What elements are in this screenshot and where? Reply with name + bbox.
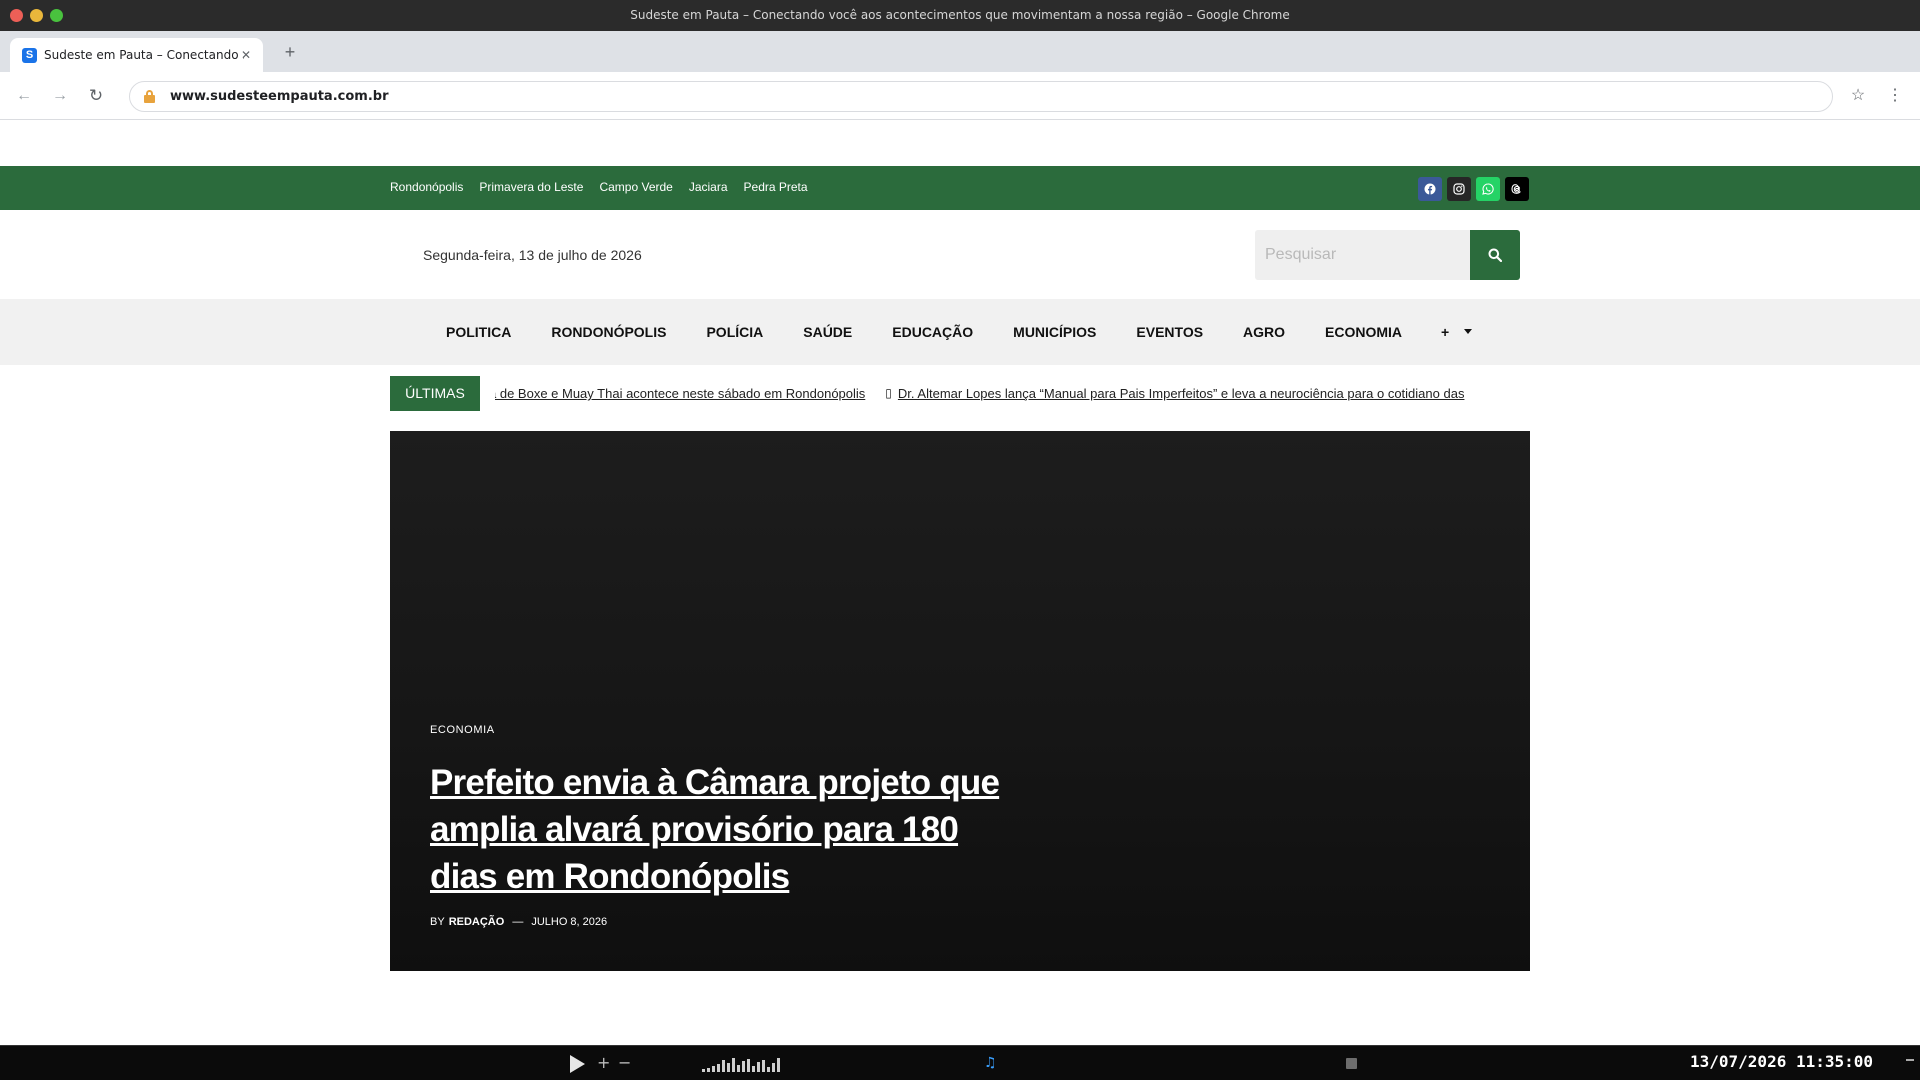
nav-more-button[interactable]: + (1441, 324, 1449, 340)
article-date: JULHO 8, 2026 (531, 916, 608, 928)
article-category[interactable]: ECONOMIA (430, 724, 495, 736)
nav-item-educacao[interactable]: EDUCAÇÃO (892, 324, 973, 340)
nav-item-politica[interactable]: POLITICA (446, 324, 511, 340)
featured-article[interactable]: ECONOMIA Prefeito envia à Câmara projeto… (390, 431, 1530, 971)
ticker-bullet-icon: ▯ (885, 386, 892, 400)
current-date: Segunda-feira, 13 de julho de 2026 (423, 247, 642, 263)
ticker-item[interactable]: a de Boxe e Muay Thai acontece neste sáb… (495, 386, 865, 401)
window-title: Sudeste em Pauta – Conectando você aos a… (630, 8, 1290, 22)
address-bar[interactable]: www.sudesteempauta.com.br (129, 81, 1833, 112)
news-ticker: ÚLTIMAS a de Boxe e Muay Thai acontece n… (390, 376, 1530, 411)
top-bar: Rondonópolis Primavera do Leste Campo Ve… (0, 166, 1920, 210)
system-taskbar: + − ♫ 13/07/2026 11:35:00 (0, 1045, 1920, 1080)
ticker-track: a de Boxe e Muay Thai acontece neste sáb… (495, 376, 1530, 411)
city-link-primavera-do-leste[interactable]: Primavera do Leste (479, 180, 583, 194)
tab-strip: S Sudeste em Pauta – Conectando ... ✕ + (0, 31, 1920, 72)
url-text[interactable]: www.sudesteempauta.com.br (170, 89, 388, 104)
nav-item-municipios[interactable]: MUNICÍPIOS (1013, 324, 1096, 340)
city-link-campo-verde[interactable]: Campo Verde (599, 180, 672, 194)
article-title[interactable]: Prefeito envia à Câmara projeto que ampl… (430, 759, 1020, 900)
app-tray-icon[interactable] (1346, 1058, 1357, 1069)
bookmark-star-icon[interactable]: ☆ (1847, 85, 1869, 107)
nav-item-economia[interactable]: ECONOMIA (1325, 324, 1402, 340)
music-note-icon[interactable]: ♫ (984, 1055, 997, 1071)
tab-title: Sudeste em Pauta – Conectando ... (44, 48, 244, 62)
instagram-icon[interactable] (1447, 177, 1471, 201)
meta-separator: — (512, 916, 524, 928)
city-link-pedra-preta[interactable]: Pedra Preta (744, 180, 808, 194)
volume-down-icon[interactable]: − (618, 1053, 631, 1072)
system-clock: 13/07/2026 11:35:00 (1690, 1052, 1874, 1071)
nav-item-agro[interactable]: AGRO (1243, 324, 1285, 340)
search-input[interactable] (1255, 230, 1471, 280)
search-icon (1488, 248, 1502, 262)
browser-tab[interactable]: S Sudeste em Pauta – Conectando ... ✕ (10, 38, 263, 72)
threads-icon[interactable] (1505, 177, 1529, 201)
forward-arrow-icon[interactable]: → (49, 85, 71, 107)
ticker-label: ÚLTIMAS (390, 376, 480, 411)
byline-prefix: BY (430, 916, 445, 928)
nav-item-saude[interactable]: SAÚDE (803, 324, 852, 340)
browser-menu-icon[interactable]: ⋮ (1884, 85, 1906, 107)
city-links: Rondonópolis Primavera do Leste Campo Ve… (390, 180, 808, 194)
site-favicon-icon: S (22, 48, 37, 63)
search-button[interactable] (1470, 230, 1520, 280)
nav-item-policia[interactable]: POLÍCIA (706, 324, 763, 340)
window-titlebar: Sudeste em Pauta – Conectando você aos a… (0, 0, 1920, 31)
nav-item-rondonopolis[interactable]: RONDONÓPOLIS (551, 324, 666, 340)
city-link-rondonopolis[interactable]: Rondonópolis (390, 180, 463, 194)
back-arrow-icon[interactable]: ← (13, 85, 35, 107)
main-navigation: POLITICA RONDONÓPOLIS POLÍCIA SAÚDE EDUC… (0, 299, 1920, 365)
equalizer-icon (702, 1056, 792, 1072)
new-tab-button[interactable]: + (280, 42, 300, 62)
nav-item-eventos[interactable]: EVENTOS (1136, 324, 1203, 340)
facebook-icon[interactable] (1418, 177, 1442, 201)
lock-icon[interactable] (144, 90, 155, 103)
article-meta: BY REDAÇÃO — JULHO 8, 2026 (430, 916, 607, 928)
social-links (1418, 177, 1529, 201)
chevron-down-icon[interactable] (1464, 329, 1472, 334)
volume-up-icon[interactable]: + (597, 1053, 610, 1072)
article-author[interactable]: REDAÇÃO (449, 916, 505, 928)
site-header: Segunda-feira, 13 de julho de 2026 (0, 210, 1920, 299)
play-icon[interactable] (570, 1055, 585, 1073)
ticker-item[interactable]: Dr. Altemar Lopes lança “Manual para Pai… (898, 386, 1465, 401)
city-link-jaciara[interactable]: Jaciara (689, 180, 728, 194)
whatsapp-icon[interactable] (1476, 177, 1500, 201)
show-desktop-icon[interactable] (1906, 1059, 1914, 1061)
reload-icon[interactable]: ↻ (85, 85, 107, 107)
tab-close-icon[interactable]: ✕ (238, 47, 254, 63)
browser-toolbar: ← → ↻ www.sudesteempauta.com.br ☆ ⋮ (0, 72, 1920, 120)
